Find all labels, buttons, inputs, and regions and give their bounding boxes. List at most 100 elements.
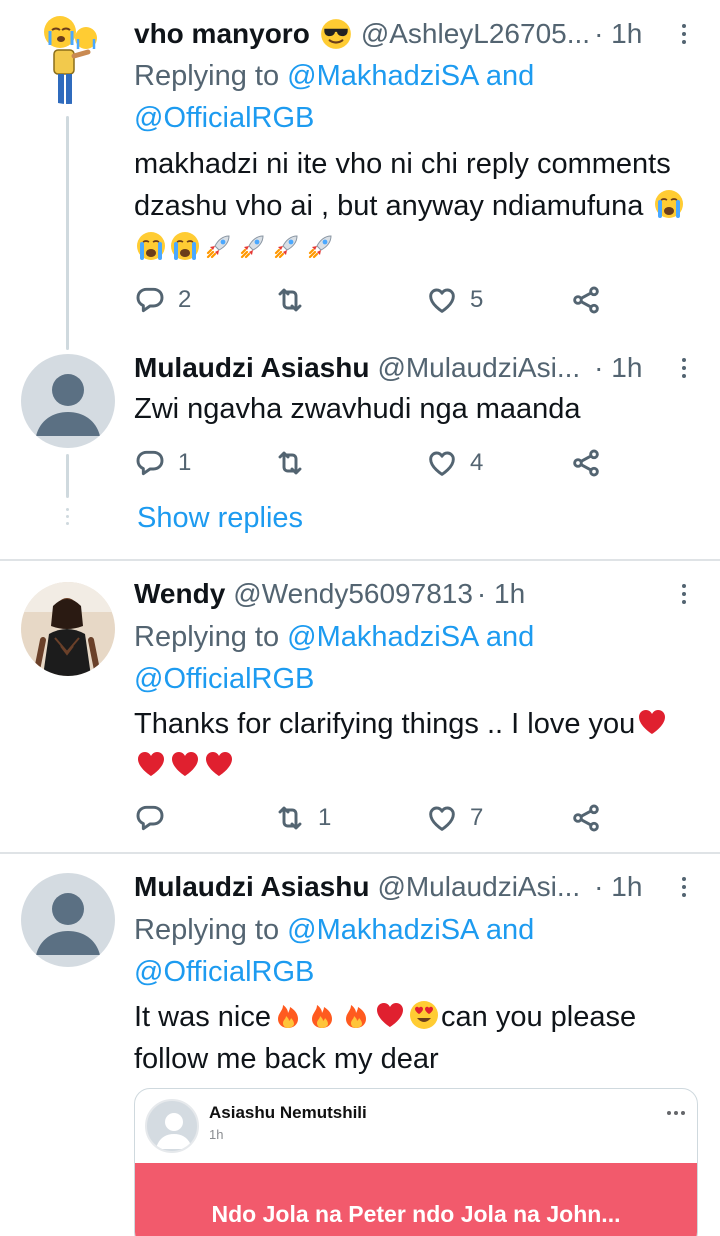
divider	[0, 559, 720, 561]
timestamp[interactable]: · 1h	[594, 18, 642, 50]
tweet-text-line: makhadzi ni ite vho ni chi reply comment…	[134, 148, 671, 180]
tweet-text-line-1: It was nice can you please	[134, 996, 698, 1038]
tweet-text-line: Zwi ngavha zwavhudi nga maanda	[134, 393, 581, 425]
mention-link[interactable]: @MakhadziSA	[287, 914, 478, 946]
reply-button[interactable]: 2	[134, 282, 191, 318]
tweet-text: Zwi ngavha zwavhudi nga maanda	[134, 388, 698, 430]
tweet-text-line: Thanks for clarifying things .. I love y…	[134, 708, 636, 740]
fire-emoji-icon	[306, 999, 338, 1031]
like-count: 7	[470, 804, 484, 831]
user-handle[interactable]: @MulaudziAsi...	[377, 352, 580, 384]
quoted-post-text: Ndo Jola na Peter ndo Jola na John...	[211, 1201, 621, 1227]
tweet-text-line-2: dzashu vho ai , but anyway ndiamufuna	[134, 185, 698, 227]
share-button[interactable]	[570, 800, 602, 836]
user-handle[interactable]: @MulaudziAsi...	[377, 871, 580, 903]
tweet-3[interactable]: Wendy @Wendy56097813 · 1h Replying to @M…	[0, 562, 720, 852]
share-icon	[570, 802, 602, 834]
mention-link[interactable]: @OfficialRGB	[134, 102, 314, 134]
reply-button[interactable]	[134, 800, 178, 836]
display-name[interactable]: Mulaudzi Asiashu	[134, 871, 369, 903]
tweet-text-segment: It was nice	[134, 1001, 271, 1033]
reply-count: 1	[178, 449, 192, 476]
tweet-text-line-1: Thanks for clarifying things .. I love y…	[134, 703, 698, 745]
rocket-emoji-icon	[305, 230, 337, 262]
thread-line	[66, 454, 69, 498]
reply-icon	[134, 284, 166, 316]
action-bar: 2 5	[134, 282, 614, 318]
heart-emoji-icon	[203, 748, 235, 780]
user-handle[interactable]: @AshleyL26705...	[361, 18, 590, 50]
more-icon[interactable]	[674, 358, 694, 378]
rocket-emoji-icon	[271, 230, 303, 262]
timestamp[interactable]: · 1h	[594, 871, 642, 903]
quoted-author-name[interactable]: Asiashu Nemutshili	[209, 1103, 367, 1123]
default-profile-icon	[36, 893, 100, 955]
avatar[interactable]	[20, 8, 116, 104]
default-profile-icon	[36, 374, 100, 436]
sunglasses-emoji-icon	[319, 17, 353, 51]
default-profile-icon	[156, 1113, 192, 1149]
replying-and: and	[485, 60, 535, 92]
display-name[interactable]: Wendy	[134, 578, 225, 610]
retweet-button[interactable]	[274, 282, 318, 318]
fire-emoji-icon	[272, 999, 304, 1031]
tweet-text-line: dzashu vho ai , but anyway ndiamufuna	[134, 190, 644, 222]
thread-line	[66, 116, 69, 350]
crying-emoji-icon	[135, 230, 167, 262]
tweet-2[interactable]: Mulaudzi Asiashu @MulaudziAsi... · 1h Zw…	[0, 350, 720, 560]
more-icon[interactable]	[674, 877, 694, 897]
quoted-avatar[interactable]	[145, 1099, 199, 1153]
display-name[interactable]: vho manyoro	[134, 18, 310, 50]
heart-emoji-icon	[135, 748, 167, 780]
timestamp[interactable]: · 1h	[594, 352, 642, 384]
reply-count: 2	[178, 286, 192, 313]
tweet-1[interactable]: vho manyoro @AshleyL26705... · 1h Replyi…	[0, 0, 720, 350]
timestamp[interactable]: · 1h	[477, 578, 525, 610]
mention-link[interactable]: @OfficialRGB	[134, 663, 314, 695]
mention-link[interactable]: @MakhadziSA	[287, 60, 478, 92]
mention-link[interactable]: @MakhadziSA	[287, 621, 478, 653]
tweet-text: Thanks for clarifying things .. I love y…	[134, 703, 698, 787]
share-button[interactable]	[570, 445, 602, 481]
avatar[interactable]	[21, 873, 115, 967]
cartoon-avatar-icon	[20, 8, 116, 104]
user-handle[interactable]: @Wendy56097813	[233, 578, 473, 610]
action-bar: 1 7	[134, 800, 614, 836]
rocket-emoji-icon	[237, 230, 269, 262]
tweet-text: makhadzi ni ite vho ni chi reply comment…	[134, 143, 698, 269]
more-icon[interactable]	[674, 24, 694, 44]
like-count: 5	[470, 286, 484, 313]
more-icon[interactable]	[674, 584, 694, 604]
more-icon[interactable]	[667, 1111, 685, 1115]
like-button[interactable]: 4	[426, 445, 483, 481]
display-name[interactable]: Mulaudzi Asiashu	[134, 352, 369, 384]
emoji-line	[134, 745, 698, 787]
like-count: 4	[470, 449, 484, 476]
share-icon	[570, 284, 602, 316]
replying-prefix: Replying to	[134, 60, 280, 92]
share-button[interactable]	[570, 282, 602, 318]
show-replies-link[interactable]: Show replies	[137, 502, 303, 535]
quoted-timestamp: 1h	[209, 1127, 224, 1142]
replying-prefix: Replying to	[134, 621, 280, 653]
mention-link[interactable]: @OfficialRGB	[134, 956, 314, 988]
crying-emoji-icon	[653, 188, 685, 220]
like-button[interactable]: 7	[426, 800, 483, 836]
retweet-icon	[274, 447, 306, 479]
quoted-post-banner: Ndo Jola na Peter ndo Jola na John...	[135, 1163, 697, 1236]
reply-icon	[134, 802, 166, 834]
replying-to: Replying to @MakhadziSA and @OfficialRGB	[134, 616, 680, 700]
replying-to: Replying to @MakhadziSA and @OfficialRGB	[134, 55, 680, 139]
retweet-button[interactable]: 1	[274, 800, 331, 836]
like-button[interactable]: 5	[426, 282, 483, 318]
reply-button[interactable]: 1	[134, 445, 191, 481]
replying-to: Replying to @MakhadziSA and @OfficialRGB	[134, 909, 680, 993]
reply-icon	[134, 447, 166, 479]
retweet-button[interactable]	[274, 445, 318, 481]
avatar[interactable]	[21, 354, 115, 448]
quoted-post-card[interactable]: Asiashu Nemutshili 1h Ndo Jola na Peter …	[134, 1088, 698, 1236]
avatar[interactable]	[21, 582, 115, 676]
fire-emoji-icon	[340, 999, 372, 1031]
tweet-header: Wendy @Wendy56097813 · 1h	[134, 576, 694, 612]
tweet-header: Mulaudzi Asiashu @MulaudziAsi... · 1h	[134, 350, 694, 386]
